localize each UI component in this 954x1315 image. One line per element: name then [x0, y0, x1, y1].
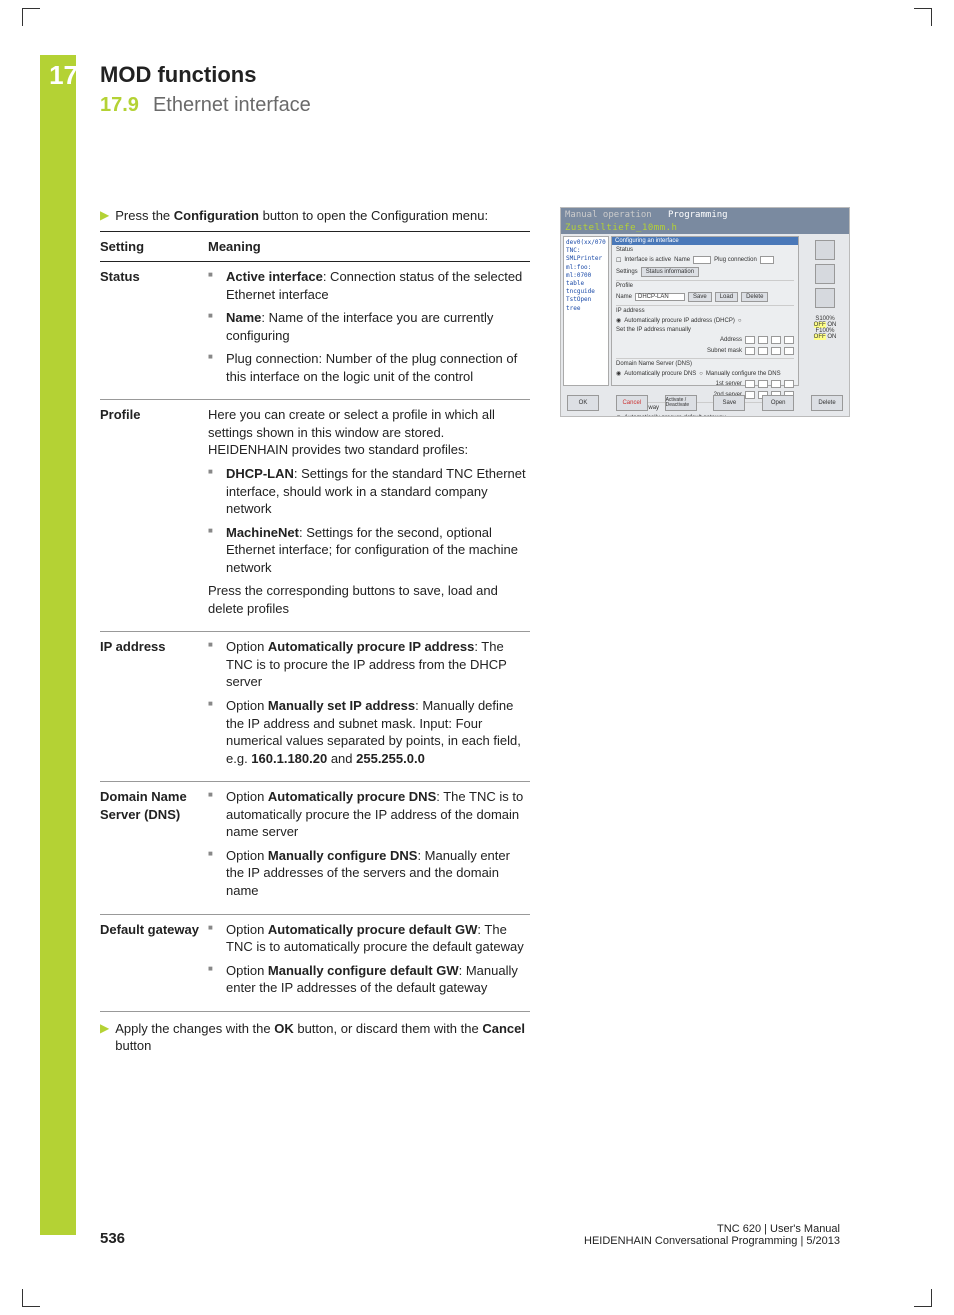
ss-file-header: Zustelltiefe_10mm.h: [561, 222, 849, 234]
softkey-cancel[interactable]: Cancel: [616, 395, 648, 411]
section-title: Ethernet interface: [153, 94, 311, 116]
ss-status-info-button[interactable]: Status information: [641, 267, 699, 277]
softkey-ok[interactable]: OK: [567, 395, 599, 411]
list-item: Plug connection: Number of the plug conn…: [208, 350, 526, 385]
crop-mark: [22, 8, 40, 26]
paragraph: Press the corresponding buttons to save,…: [208, 582, 526, 617]
ss-right-icons: S100% OFF ON F100% OFF ON: [803, 236, 847, 386]
list-item: Option Automatically procure DNS: The TN…: [208, 788, 526, 841]
softkey-delete[interactable]: Delete: [811, 395, 843, 411]
tnc-screenshot: Manual operation Programming Zustelltief…: [560, 207, 850, 417]
step-arrow-icon: ▶: [100, 207, 109, 225]
th-setting: Setting: [100, 231, 208, 262]
crop-mark: [914, 1289, 932, 1307]
list-item: MachineNet: Settings for the second, opt…: [208, 524, 526, 577]
page: 17 MOD functions 17.9 Ethernet interface …: [0, 0, 954, 1315]
row-label: Status: [100, 262, 208, 400]
screenshot-column: Manual operation Programming Zustelltief…: [560, 207, 850, 417]
ss-status-row: Status: [616, 247, 794, 253]
gear-icon[interactable]: [815, 240, 835, 260]
body-columns: ▶ Press the Configuration button to open…: [100, 207, 860, 1055]
page-number: 536: [100, 1230, 125, 1247]
row-meaning: Active interface: Connection status of t…: [208, 262, 530, 400]
intro-text: Press the Configuration button to open t…: [115, 207, 530, 225]
row-meaning: Here you can create or select a profile …: [208, 400, 530, 632]
row-dns: Domain Name Server (DNS) Option Automati…: [100, 782, 530, 914]
settings-table: Setting Meaning Status Active interface:…: [100, 231, 530, 1012]
row-gw: Default gateway Option Automatically pro…: [100, 914, 530, 1011]
ss-dialog-title: Configuring an interface: [612, 237, 798, 245]
ss-softkey-row: OK Cancel Activate / Deactivate Save Ope…: [563, 392, 847, 414]
crop-mark: [22, 1289, 40, 1307]
list-item: Option Manually set IP address: Manually…: [208, 697, 526, 767]
row-label: Domain Name Server (DNS): [100, 782, 208, 914]
row-label: Profile: [100, 400, 208, 632]
list-item: DHCP-LAN: Settings for the standard TNC …: [208, 465, 526, 518]
intro-step: ▶ Press the Configuration button to open…: [100, 207, 530, 225]
outro-step: ▶ Apply the changes with the OK button, …: [100, 1020, 530, 1055]
ss-file-tree: dev0(xx/0700: TNC: SMLPrinter ml:foo: ml…: [563, 236, 609, 386]
softkey-open[interactable]: Open: [762, 395, 794, 411]
row-meaning: Option Automatically procure default GW:…: [208, 914, 530, 1011]
section-heading: 17.9 Ethernet interface: [100, 94, 860, 117]
chapter-title: MOD functions: [100, 62, 860, 88]
paragraph: Here you can create or select a profile …: [208, 406, 526, 459]
ss-config-dialog: Configuring an interface Status ☐Interfa…: [611, 236, 799, 386]
softkey-activate[interactable]: Activate / Deactivate: [665, 395, 697, 411]
chapter-sidebar: [40, 55, 76, 1235]
step-arrow-icon: ▶: [100, 1020, 109, 1055]
softkey-save[interactable]: Save: [713, 395, 745, 411]
list-item: Name: Name of the interface you are curr…: [208, 309, 526, 344]
row-profile: Profile Here you can create or select a …: [100, 400, 530, 632]
row-label: IP address: [100, 632, 208, 782]
list-item: Option Automatically procure IP address:…: [208, 638, 526, 691]
outro-text: Apply the changes with the OK button, or…: [115, 1020, 530, 1055]
intro-bold: Configuration: [174, 208, 259, 223]
ss-load-button[interactable]: Load: [715, 292, 738, 302]
row-label: Default gateway: [100, 914, 208, 1011]
chapter-number: 17: [40, 60, 82, 91]
mill-icon[interactable]: [815, 288, 835, 308]
row-meaning: Option Automatically procure IP address:…: [208, 632, 530, 782]
list-item: Option Manually configure default GW: Ma…: [208, 962, 526, 997]
text-column: ▶ Press the Configuration button to open…: [100, 207, 530, 1055]
page-footer: 536 TNC 620 | User's Manual HEIDENHAIN C…: [100, 1223, 840, 1247]
footer-line2: HEIDENHAIN Conversational Programming | …: [584, 1235, 840, 1247]
row-meaning: Option Automatically procure DNS: The TN…: [208, 782, 530, 914]
content-area: MOD functions 17.9 Ethernet interface ▶ P…: [100, 62, 860, 1055]
list-item: Active interface: Connection status of t…: [208, 268, 526, 303]
ss-mode-header: Manual operation Programming: [561, 208, 849, 222]
th-meaning: Meaning: [208, 231, 530, 262]
ss-profile-input[interactable]: DHCP-LAN: [635, 293, 685, 301]
list-item: Option Manually configure DNS: Manually …: [208, 847, 526, 900]
row-ip: IP address Option Automatically procure …: [100, 632, 530, 782]
ss-save-button[interactable]: Save: [688, 292, 712, 302]
section-number: 17.9: [100, 94, 139, 116]
footer-line1: TNC 620 | User's Manual: [584, 1223, 840, 1235]
crop-mark: [914, 8, 932, 26]
ss-delete-button[interactable]: Delete: [741, 292, 768, 302]
row-status: Status Active interface: Connection stat…: [100, 262, 530, 400]
grinder-icon[interactable]: [815, 264, 835, 284]
footer-right: TNC 620 | User's Manual HEIDENHAIN Conve…: [584, 1223, 840, 1247]
list-item: Option Automatically procure default GW:…: [208, 921, 526, 956]
